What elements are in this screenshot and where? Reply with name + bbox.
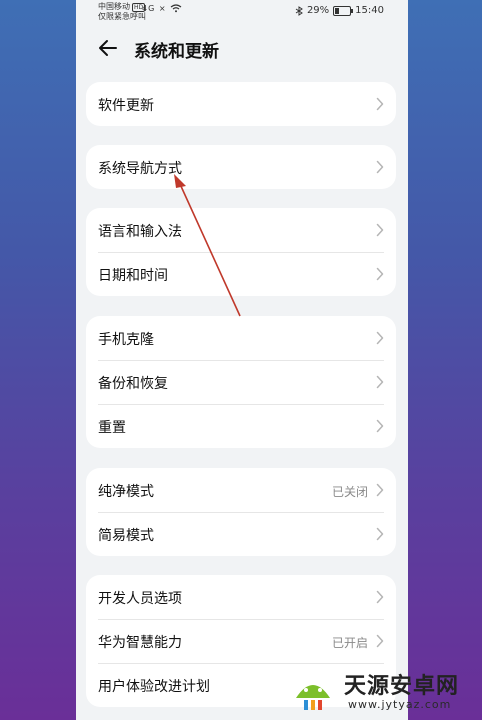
watermark-title: 天源安卓网 [344,674,460,699]
settings-group: 手机克隆备份和恢复重置 [86,316,396,448]
settings-item[interactable]: 纯净模式 已关闭 [86,468,396,512]
settings-item-label: 华为智慧能力 [98,635,182,651]
phone-screen: 中国移动 HD 仅限紧急呼叫 4G × 29% 15:40 系统和更新 软件更新系… [76,0,408,720]
settings-item-label: 语言和输入法 [98,224,182,240]
settings-item[interactable]: 日期和时间 [86,252,396,296]
settings-item-label: 手机克隆 [98,332,154,348]
settings-item-value: 已开启 [331,636,368,650]
settings-item-value: 已关闭 [331,485,368,499]
settings-group: 系统导航方式 [86,145,396,189]
settings-item-label: 软件更新 [98,98,154,114]
signal-icon: 4G × [142,4,182,13]
settings-item[interactable]: 华为智慧能力 已开启 [86,619,396,663]
settings-item-label: 重置 [98,420,126,436]
settings-item[interactable]: 简易模式 [86,512,396,556]
settings-item[interactable]: 开发人员选项 [86,575,396,619]
settings-item-label: 备份和恢复 [98,376,168,392]
chevron-right-icon [376,419,384,433]
chevron-right-icon [376,97,384,111]
battery-percent: 29% [306,5,330,16]
battery-icon [333,5,354,16]
chevron-right-icon [376,634,384,648]
emergency-only-text: 仅限紧急呼叫 [98,12,146,21]
chevron-right-icon [376,527,384,541]
settings-item[interactable]: 软件更新 [86,82,396,126]
settings-group: 纯净模式 已关闭简易模式 [86,468,396,556]
chevron-right-icon [376,160,384,174]
settings-item[interactable]: 备份和恢复 [86,360,396,404]
watermark: 天源安卓网 www.jytyaz.com [288,664,482,720]
carrier-name: 中国移动 [98,2,130,11]
chevron-right-icon [376,267,384,281]
bluetooth-icon [295,5,303,16]
page-header: 系统和更新 [76,30,408,68]
settings-item[interactable]: 重置 [86,404,396,448]
carrier-info: 中国移动 HD 仅限紧急呼叫 [98,2,146,21]
chevron-right-icon [376,223,384,237]
clock: 15:40 [355,5,384,16]
settings-item[interactable]: 手机克隆 [86,316,396,360]
status-right: 29% 15:40 [295,5,384,16]
settings-group: 软件更新 [86,82,396,126]
wifi-icon [170,4,182,13]
chevron-right-icon [376,590,384,604]
watermark-url: www.jytyaz.com [348,698,452,711]
chevron-right-icon [376,331,384,345]
settings-item-label: 简易模式 [98,528,154,544]
settings-item-label: 日期和时间 [98,268,168,284]
settings-item[interactable]: 语言和输入法 [86,208,396,252]
settings-item-label: 系统导航方式 [98,161,182,177]
settings-item-label: 开发人员选项 [98,591,182,607]
settings-item[interactable]: 系统导航方式 [86,145,396,189]
settings-group: 语言和输入法 日期和时间 [86,208,396,296]
back-arrow-icon[interactable] [96,36,120,60]
chevron-right-icon [376,375,384,389]
settings-item-label: 用户体验改进计划 [98,679,210,695]
status-bar: 中国移动 HD 仅限紧急呼叫 4G × 29% 15:40 [76,0,408,24]
page-title: 系统和更新 [134,42,219,62]
android-logo-icon [296,685,330,710]
settings-item-label: 纯净模式 [98,484,154,500]
chevron-right-icon [376,483,384,497]
